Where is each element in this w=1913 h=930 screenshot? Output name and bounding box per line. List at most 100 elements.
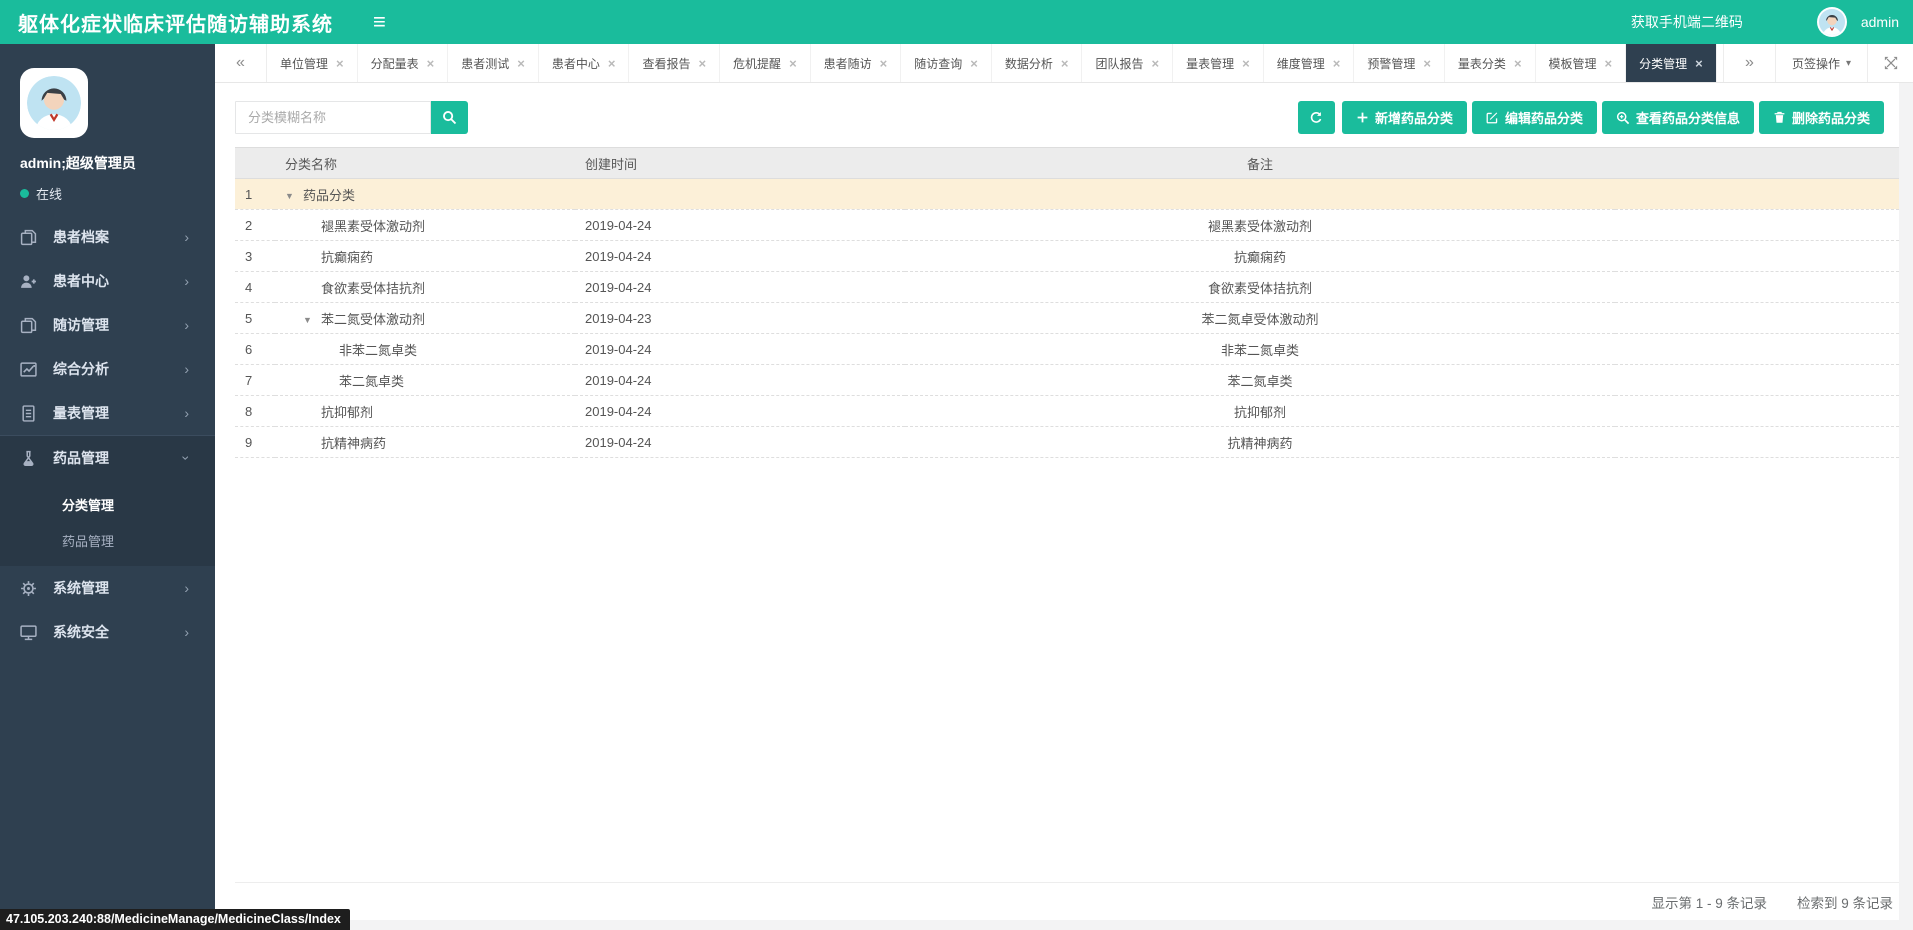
tab-class-manage-active[interactable]: 分类管理 × <box>1626 44 1717 82</box>
delete-class-button[interactable]: 删除药品分类 <box>1758 101 1884 134</box>
tab-warning-manage[interactable]: 预警管理 × <box>1354 44 1445 82</box>
sidebar-item-patient-center[interactable]: 患者中心 › <box>0 259 215 303</box>
col-filler <box>1615 147 1899 179</box>
table-row[interactable]: 5 ▼ 苯二氮受体激动剂 2019-04-23 苯二氮卓受体激动剂 <box>235 302 1899 334</box>
class-name: 食欲素受体拮抗剂 <box>321 280 426 296</box>
create-time: 2019-04-24 <box>575 271 905 303</box>
sidebar-item-medicine-manage[interactable]: 药品管理 › <box>0 436 215 480</box>
edit-icon <box>1486 112 1498 124</box>
table-row[interactable]: 9 抗精神病药 2019-04-24 抗精神病药 <box>235 426 1899 458</box>
close-icon[interactable]: × <box>1333 56 1341 71</box>
tabs-scroll-right-icon[interactable]: » <box>1722 44 1775 82</box>
sidebar-item-analysis[interactable]: 综合分析 › <box>0 347 215 391</box>
class-name: 抗癫痫药 <box>321 249 374 265</box>
col-remark[interactable]: 备注 <box>905 147 1615 179</box>
sidebar-item-patient-archive[interactable]: 患者档案 › <box>0 215 215 259</box>
tab-operations-dropdown[interactable]: 页签操作 ▾ <box>1774 44 1867 82</box>
table-row[interactable]: 8 抗抑郁剂 2019-04-24 抗抑郁剂 <box>235 395 1899 427</box>
close-icon[interactable]: × <box>336 56 344 71</box>
tab-scale-class[interactable]: 量表分类 × <box>1445 44 1536 82</box>
refresh-button[interactable] <box>1297 101 1335 134</box>
add-class-button[interactable]: 新增药品分类 <box>1341 101 1467 134</box>
sidebar-item-system-security[interactable]: 系统安全 › <box>0 610 215 654</box>
browser-status-url: 47.105.203.240:88/MedicineManage/Medicin… <box>0 909 350 930</box>
user-status: 在线 <box>20 184 215 203</box>
tab-patient-test[interactable]: 患者测试 × <box>448 44 539 82</box>
get-qrcode-link[interactable]: 获取手机端二维码 <box>1631 12 1743 32</box>
close-icon[interactable]: × <box>1605 56 1613 71</box>
table-row[interactable]: 7 苯二氮卓类 2019-04-24 苯二氮卓类 <box>235 364 1899 396</box>
search-button[interactable] <box>431 101 468 134</box>
remark: 苯二氮卓受体激动剂 <box>905 302 1615 334</box>
close-icon[interactable]: × <box>1695 56 1703 71</box>
trash-icon <box>1774 111 1785 123</box>
tab-patient-followup[interactable]: 患者随访 × <box>811 44 902 82</box>
sidebar-item-system-manage[interactable]: 系统管理 › <box>0 566 215 610</box>
edit-class-button[interactable]: 编辑药品分类 <box>1471 101 1597 134</box>
sidebar-subitem-label: 分类管理 <box>62 497 115 513</box>
tab-crisis-alert[interactable]: 危机提醒 × <box>720 44 811 82</box>
close-icon[interactable]: × <box>1152 56 1160 71</box>
class-name: 苯二氮受体激动剂 <box>321 311 426 327</box>
sidebar-avatar <box>20 68 88 138</box>
online-dot-icon <box>20 189 29 198</box>
close-icon[interactable]: × <box>789 56 797 71</box>
username-label[interactable]: admin <box>1861 14 1899 30</box>
sidebar-item-followup-manage[interactable]: 随访管理 › <box>0 303 215 347</box>
close-icon[interactable]: × <box>517 56 525 71</box>
close-icon[interactable]: × <box>970 56 978 71</box>
table-row[interactable]: 1 ▼ 药品分类 <box>235 178 1899 210</box>
close-icon[interactable]: × <box>1423 56 1431 71</box>
chevron-right-icon: › <box>184 317 189 333</box>
sidebar-item-scale-manage[interactable]: 量表管理 › <box>0 391 215 435</box>
app-header: 躯体化症状临床评估随访辅助系统 ≡ 获取手机端二维码 admin <box>0 0 1913 44</box>
remark <box>905 178 1615 210</box>
table-row[interactable]: 6 非苯二氮卓类 2019-04-24 非苯二氮卓类 <box>235 333 1899 365</box>
sidebar-subitem-class-manage[interactable]: 分类管理 <box>0 486 215 522</box>
create-time: 2019-04-23 <box>575 302 905 334</box>
col-class-name[interactable]: 分类名称 <box>275 147 575 179</box>
sidebar-item-label: 系统管理 <box>53 580 109 596</box>
files-icon <box>20 229 37 245</box>
hamburger-menu-icon[interactable]: ≡ <box>373 11 386 33</box>
tab-data-analysis[interactable]: 数据分析 × <box>992 44 1083 82</box>
tab-team-report[interactable]: 团队报告 × <box>1082 44 1174 82</box>
tab-assign-scale[interactable]: 分配量表 × <box>358 44 449 82</box>
table-row[interactable]: 4 食欲素受体拮抗剂 2019-04-24 食欲素受体拮抗剂 <box>235 271 1899 303</box>
close-icon[interactable]: × <box>1242 56 1250 71</box>
tabs-scroll-left-icon[interactable]: « <box>215 44 267 82</box>
table-row[interactable]: 3 抗癫痫药 2019-04-24 抗癫痫药 <box>235 240 1899 272</box>
refresh-icon <box>1311 111 1322 123</box>
tab-template-manage[interactable]: 模板管理 × <box>1536 44 1627 82</box>
close-icon[interactable]: × <box>698 56 706 71</box>
fullscreen-icon[interactable] <box>1867 44 1913 82</box>
search-input[interactable] <box>235 101 431 134</box>
close-icon[interactable]: × <box>1061 56 1069 71</box>
table-row[interactable]: 2 褪黑素受体激动剂 2019-04-24 褪黑素受体激动剂 <box>235 209 1899 241</box>
tab-followup-query[interactable]: 随访查询 × <box>901 44 992 82</box>
plus-icon <box>1357 112 1368 123</box>
class-name: 药品分类 <box>303 187 356 203</box>
flask-icon <box>23 450 34 466</box>
tree-expand-icon[interactable]: ▼ <box>303 315 321 325</box>
sidebar-item-label: 药品管理 <box>53 450 109 466</box>
remark: 非苯二氮卓类 <box>905 333 1615 365</box>
view-class-info-button[interactable]: 查看药品分类信息 <box>1601 101 1754 134</box>
tab-unit-manage[interactable]: 单位管理 × <box>267 44 358 82</box>
class-name: 非苯二氮卓类 <box>339 342 418 358</box>
tab-view-report[interactable]: 查看报告 × <box>629 44 721 82</box>
close-icon[interactable]: × <box>427 56 435 71</box>
close-icon[interactable]: × <box>608 56 616 71</box>
user-avatar[interactable] <box>1816 7 1847 37</box>
close-icon[interactable]: × <box>880 56 888 71</box>
chevron-right-icon: › <box>184 229 189 245</box>
col-create-time[interactable]: 创建时间 <box>575 147 905 179</box>
tab-dimension-manage[interactable]: 维度管理 × <box>1264 44 1355 82</box>
tab-scale-manage[interactable]: 量表管理 × <box>1173 44 1264 82</box>
sidebar-subitem-medicine-manage[interactable]: 药品管理 <box>0 522 215 558</box>
tab-patient-center[interactable]: 患者中心 × <box>539 44 630 82</box>
create-time: 2019-04-24 <box>575 364 905 396</box>
online-status-label: 在线 <box>36 187 63 202</box>
close-icon[interactable]: × <box>1514 56 1522 71</box>
tree-expand-icon[interactable]: ▼ <box>285 191 303 201</box>
